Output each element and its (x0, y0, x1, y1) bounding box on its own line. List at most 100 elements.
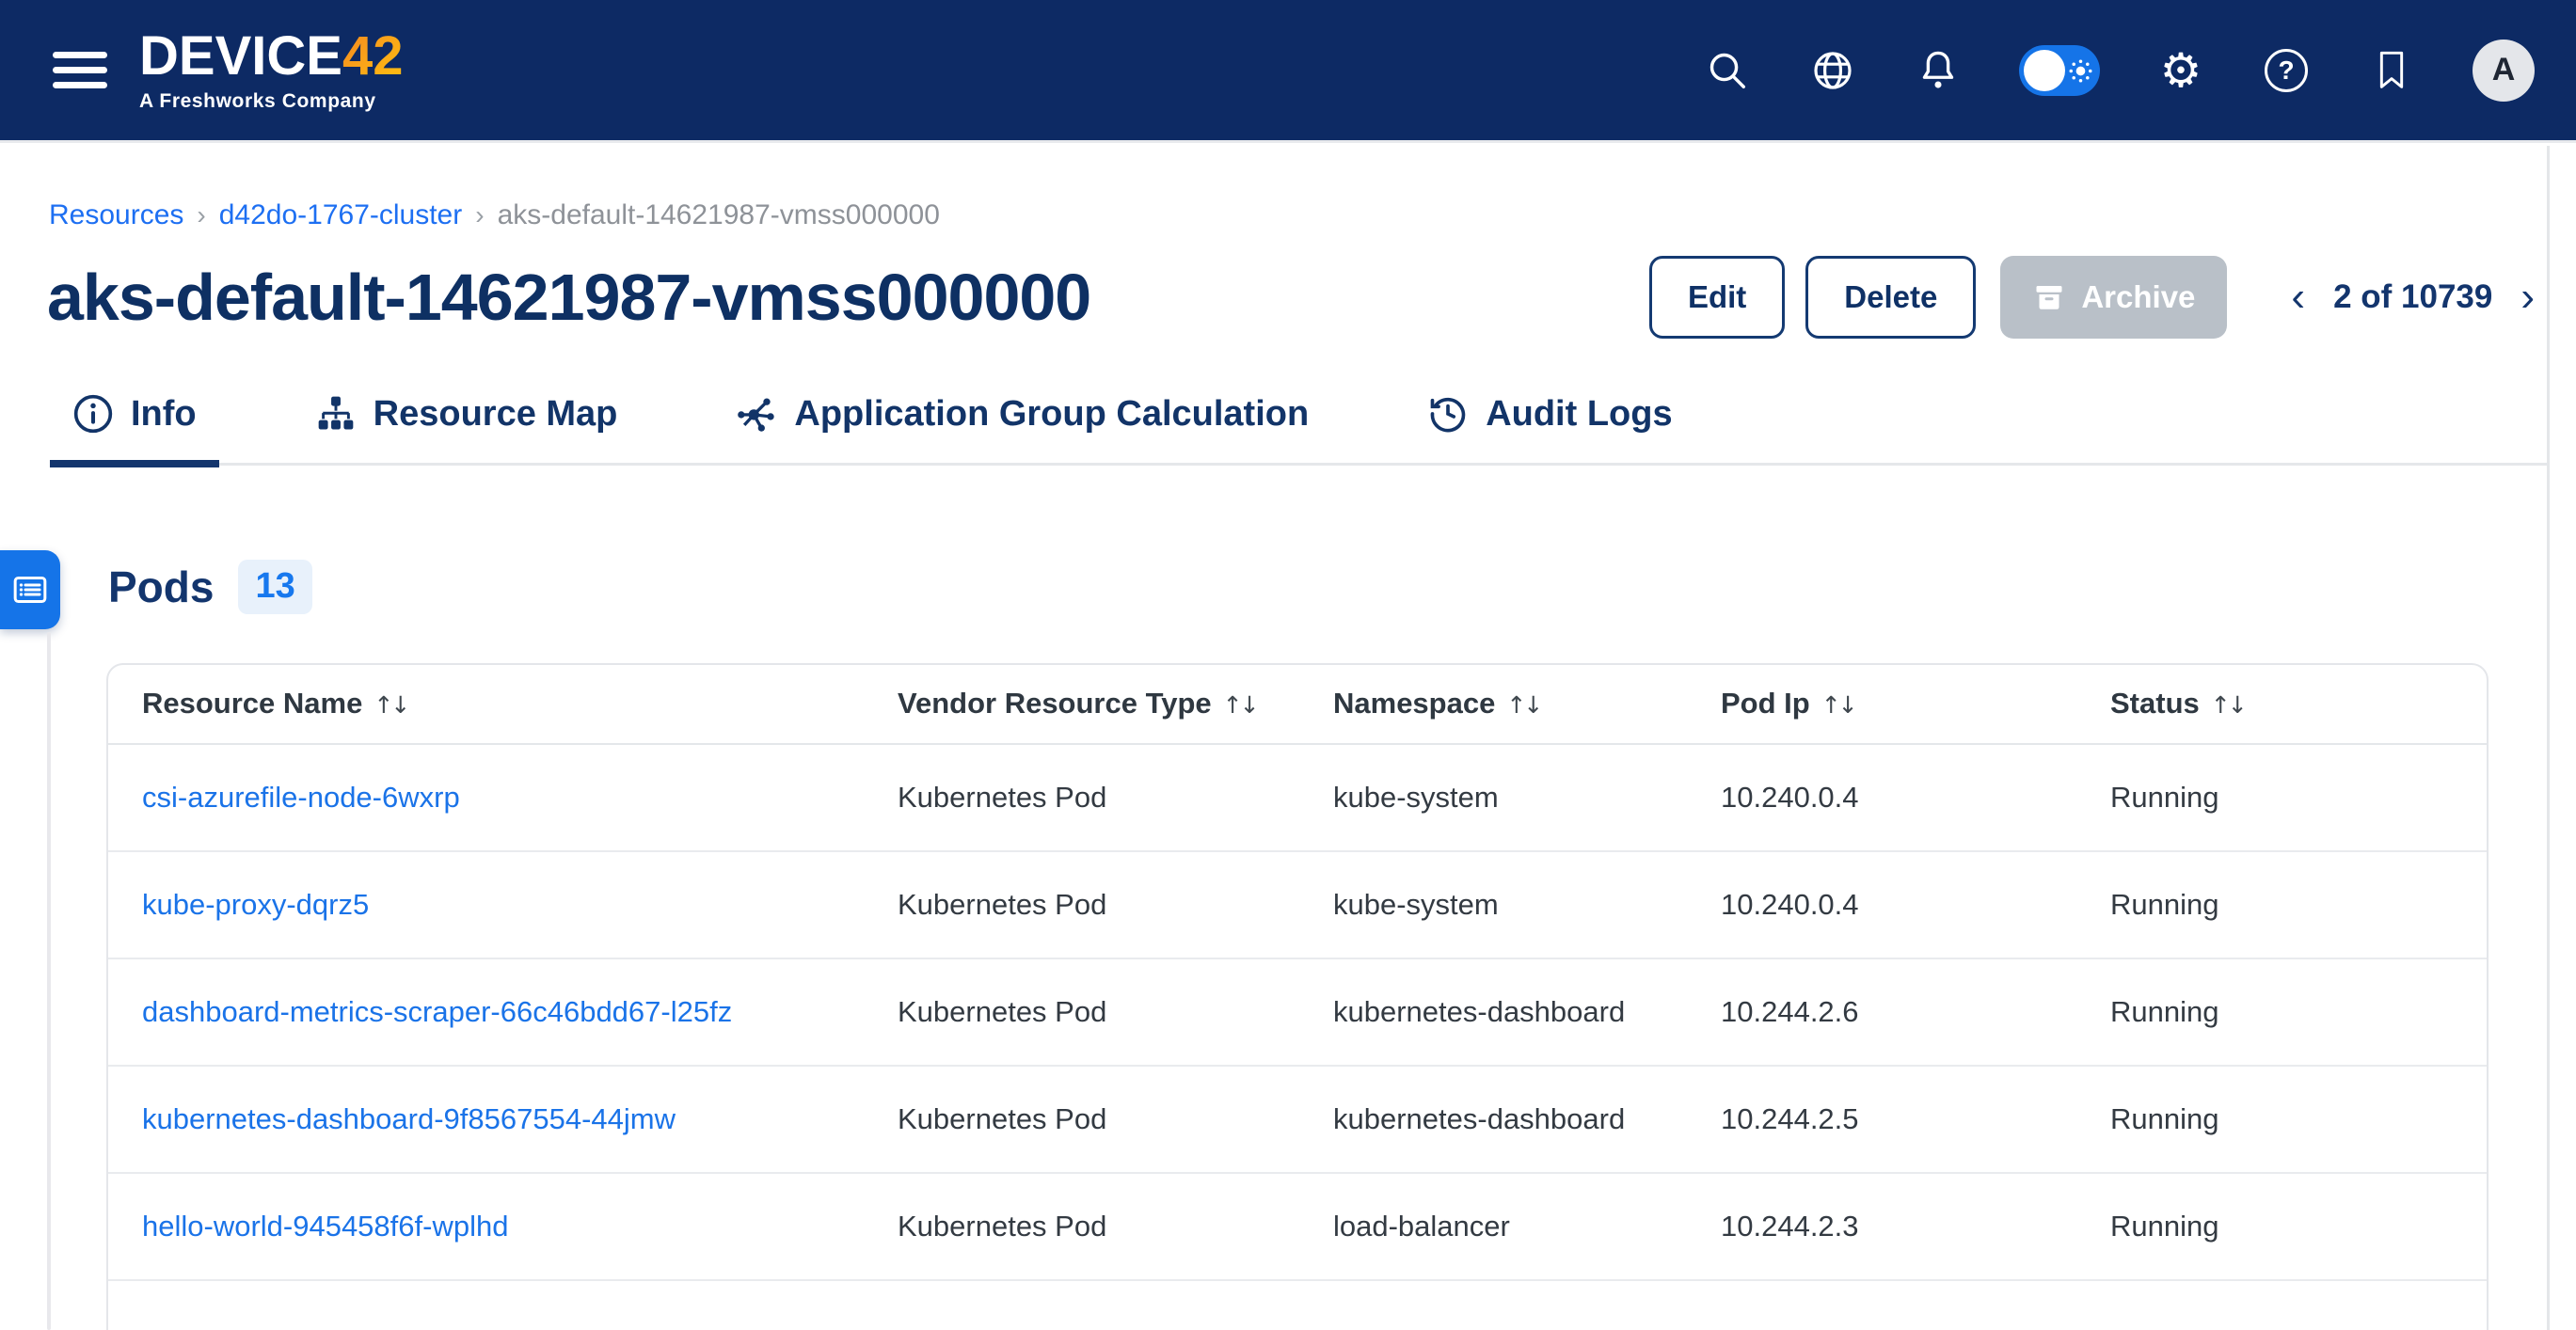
info-icon (72, 393, 114, 435)
resource-link[interactable]: kubernetes-dashboard-9f8567554-44jmw (142, 1102, 676, 1135)
application-group-icon (736, 393, 777, 435)
sort-icon[interactable]: ↑↓ (1506, 691, 1540, 719)
avatar[interactable]: A (2473, 40, 2535, 102)
resource-link[interactable]: kube-proxy-dqrz5 (142, 888, 369, 921)
column-resource-name[interactable]: Resource Name↑↓ (108, 665, 898, 744)
title-row: aks-default-14621987-vmss000000 Edit Del… (47, 256, 2538, 339)
sitemap-icon (315, 393, 357, 435)
help-icon[interactable]: ? (2262, 46, 2311, 95)
bookmark-icon[interactable] (2367, 46, 2416, 95)
settings-gear-icon[interactable]: ⚙ (2156, 46, 2205, 95)
edit-button[interactable]: Edit (1649, 256, 1785, 339)
namespace-cell: kubernetes-dashboard (1333, 1066, 1721, 1173)
resource-link[interactable]: dashboard-metrics-scraper-66c46bdd67-l25… (142, 995, 732, 1028)
left-panel-divider (47, 632, 51, 1330)
breadcrumb-resources[interactable]: Resources (49, 199, 183, 231)
list-panel-icon (11, 571, 49, 609)
status-cell: Running (2110, 1173, 2487, 1280)
archive-button[interactable]: Archive (2000, 256, 2227, 339)
pod-ip-cell: 10.240.0.4 (1721, 744, 2110, 851)
menu-icon[interactable] (53, 52, 107, 88)
archive-label: Archive (2081, 279, 2195, 315)
prev-record-chevron[interactable]: ‹ (2287, 277, 2309, 318)
resource-link[interactable]: hello-world-945458f6f-wplhd (142, 1210, 508, 1243)
pods-section-header: Pods 13 (108, 560, 2576, 614)
resource-name-cell: hello-world-945458f6f-wplhd (108, 1173, 898, 1280)
logo-subtitle: A Freshworks Company (139, 91, 403, 111)
column-namespace[interactable]: Namespace↑↓ (1333, 665, 1721, 744)
vendor-resource-type-cell: Kubernetes Pod (898, 744, 1333, 851)
pod-ip-cell: 10.244.2.3 (1721, 1173, 2110, 1280)
namespace-cell: kube-system (1333, 744, 1721, 851)
sun-icon (2068, 58, 2093, 84)
history-clock-icon (1427, 393, 1469, 435)
namespace-cell: load-balancer (1333, 1173, 1721, 1280)
tab-label: Audit Logs (1486, 394, 1672, 435)
theme-toggle[interactable] (2019, 45, 2100, 96)
logo-wordmark: DEVICE42 (139, 29, 403, 84)
title-actions: Edit Delete Archive ‹ 2 of 10739 › (1649, 256, 2538, 339)
tab-label: Info (131, 394, 197, 435)
sort-icon[interactable]: ↑↓ (1821, 691, 1855, 719)
globe-icon[interactable] (1808, 46, 1857, 95)
next-record-chevron[interactable]: › (2517, 277, 2538, 318)
breadcrumb: Resources › d42do-1767-cluster › aks-def… (49, 199, 2576, 231)
table-row: kubernetes-dashboard-9f8567554-44jmw Kube… (108, 1066, 2487, 1173)
vendor-resource-type-cell: Kubernetes Pod (898, 1066, 1333, 1173)
table-row: dashboard-metrics-scraper-66c46bdd67-l25… (108, 958, 2487, 1066)
sort-icon[interactable]: ↑↓ (1223, 691, 1257, 719)
resource-name-cell: kube-proxy-dqrz5 (108, 851, 898, 958)
breadcrumb-cluster[interactable]: d42do-1767-cluster (219, 199, 463, 231)
tab-label: Resource Map (374, 394, 618, 435)
vendor-resource-type-cell: Kubernetes Pod (898, 958, 1333, 1066)
top-nav: DEVICE42 A Freshworks Company (0, 0, 2576, 143)
search-icon[interactable] (1703, 46, 1752, 95)
resource-name-cell: csi-azurefile-node-6wxrp (108, 744, 898, 851)
namespace-cell: kubernetes-dashboard (1333, 958, 1721, 1066)
delete-button[interactable]: Delete (1805, 256, 1976, 339)
pods-count-badge: 13 (238, 560, 311, 614)
tab-label: Application Group Calculation (794, 394, 1309, 435)
header-actions: ⚙ ? A (1703, 40, 2535, 102)
app: DEVICE42 A Freshworks Company (0, 0, 2576, 1330)
record-position: 2 of 10739 (2333, 278, 2492, 316)
notifications-bell-icon[interactable] (1914, 46, 1963, 95)
column-status[interactable]: Status↑↓ (2110, 665, 2487, 744)
tab-audit-logs[interactable]: Audit Logs (1405, 393, 1694, 463)
side-panel-toggle[interactable] (0, 550, 60, 629)
pod-ip-cell: 10.244.2.6 (1721, 958, 2110, 1066)
sort-icon[interactable]: ↑↓ (374, 691, 407, 719)
table-row: kube-proxy-dqrz5 Kubernetes Podkube-syste… (108, 851, 2487, 958)
breadcrumb-separator: › (475, 200, 484, 230)
table-header-row: Resource Name↑↓ Vendor Resource Type↑↓ N… (108, 665, 2487, 744)
column-pod-ip[interactable]: Pod Ip↑↓ (1721, 665, 2110, 744)
archive-box-icon (2032, 280, 2066, 314)
pods-table-card: Resource Name↑↓ Vendor Resource Type↑↓ N… (106, 663, 2489, 1330)
resource-name-cell: kubernetes-dashboard-9f8567554-44jmw (108, 1066, 898, 1173)
resource-name-cell: dashboard-metrics-scraper-66c46bdd67-l25… (108, 958, 898, 1066)
tab-info[interactable]: Info (50, 393, 219, 463)
table-row: csi-azurefile-node-6wxrp Kubernetes Podku… (108, 744, 2487, 851)
tab-application-group-calculation[interactable]: Application Group Calculation (713, 393, 1331, 463)
status-cell: Running (2110, 851, 2487, 958)
pod-ip-cell: 10.244.2.5 (1721, 1066, 2110, 1173)
table-row: hello-world-945458f6f-wplhd Kubernetes Po… (108, 1173, 2487, 1280)
pods-table-body: csi-azurefile-node-6wxrpKubernetes Podku… (108, 744, 2487, 1280)
vendor-resource-type-cell: Kubernetes Pod (898, 1173, 1333, 1280)
page-scrollbar[interactable] (2547, 146, 2550, 1330)
sort-icon[interactable]: ↑↓ (2211, 691, 2245, 719)
toggle-knob (2024, 50, 2065, 91)
logo[interactable]: DEVICE42 A Freshworks Company (139, 29, 403, 111)
status-cell: Running (2110, 1066, 2487, 1173)
page-title: aks-default-14621987-vmss000000 (47, 260, 1090, 335)
record-pager: ‹ 2 of 10739 › (2287, 277, 2538, 318)
vendor-resource-type-cell: Kubernetes Pod (898, 851, 1333, 958)
column-vendor-resource-type[interactable]: Vendor Resource Type↑↓ (898, 665, 1333, 744)
namespace-cell: kube-system (1333, 851, 1721, 958)
tab-resource-map[interactable]: Resource Map (293, 393, 641, 463)
status-cell: Running (2110, 744, 2487, 851)
pods-table: Resource Name↑↓ Vendor Resource Type↑↓ N… (108, 665, 2487, 1281)
resource-link[interactable]: csi-azurefile-node-6wxrp (142, 781, 460, 814)
breadcrumb-current: aks-default-14621987-vmss000000 (498, 199, 940, 231)
pod-ip-cell: 10.240.0.4 (1721, 851, 2110, 958)
